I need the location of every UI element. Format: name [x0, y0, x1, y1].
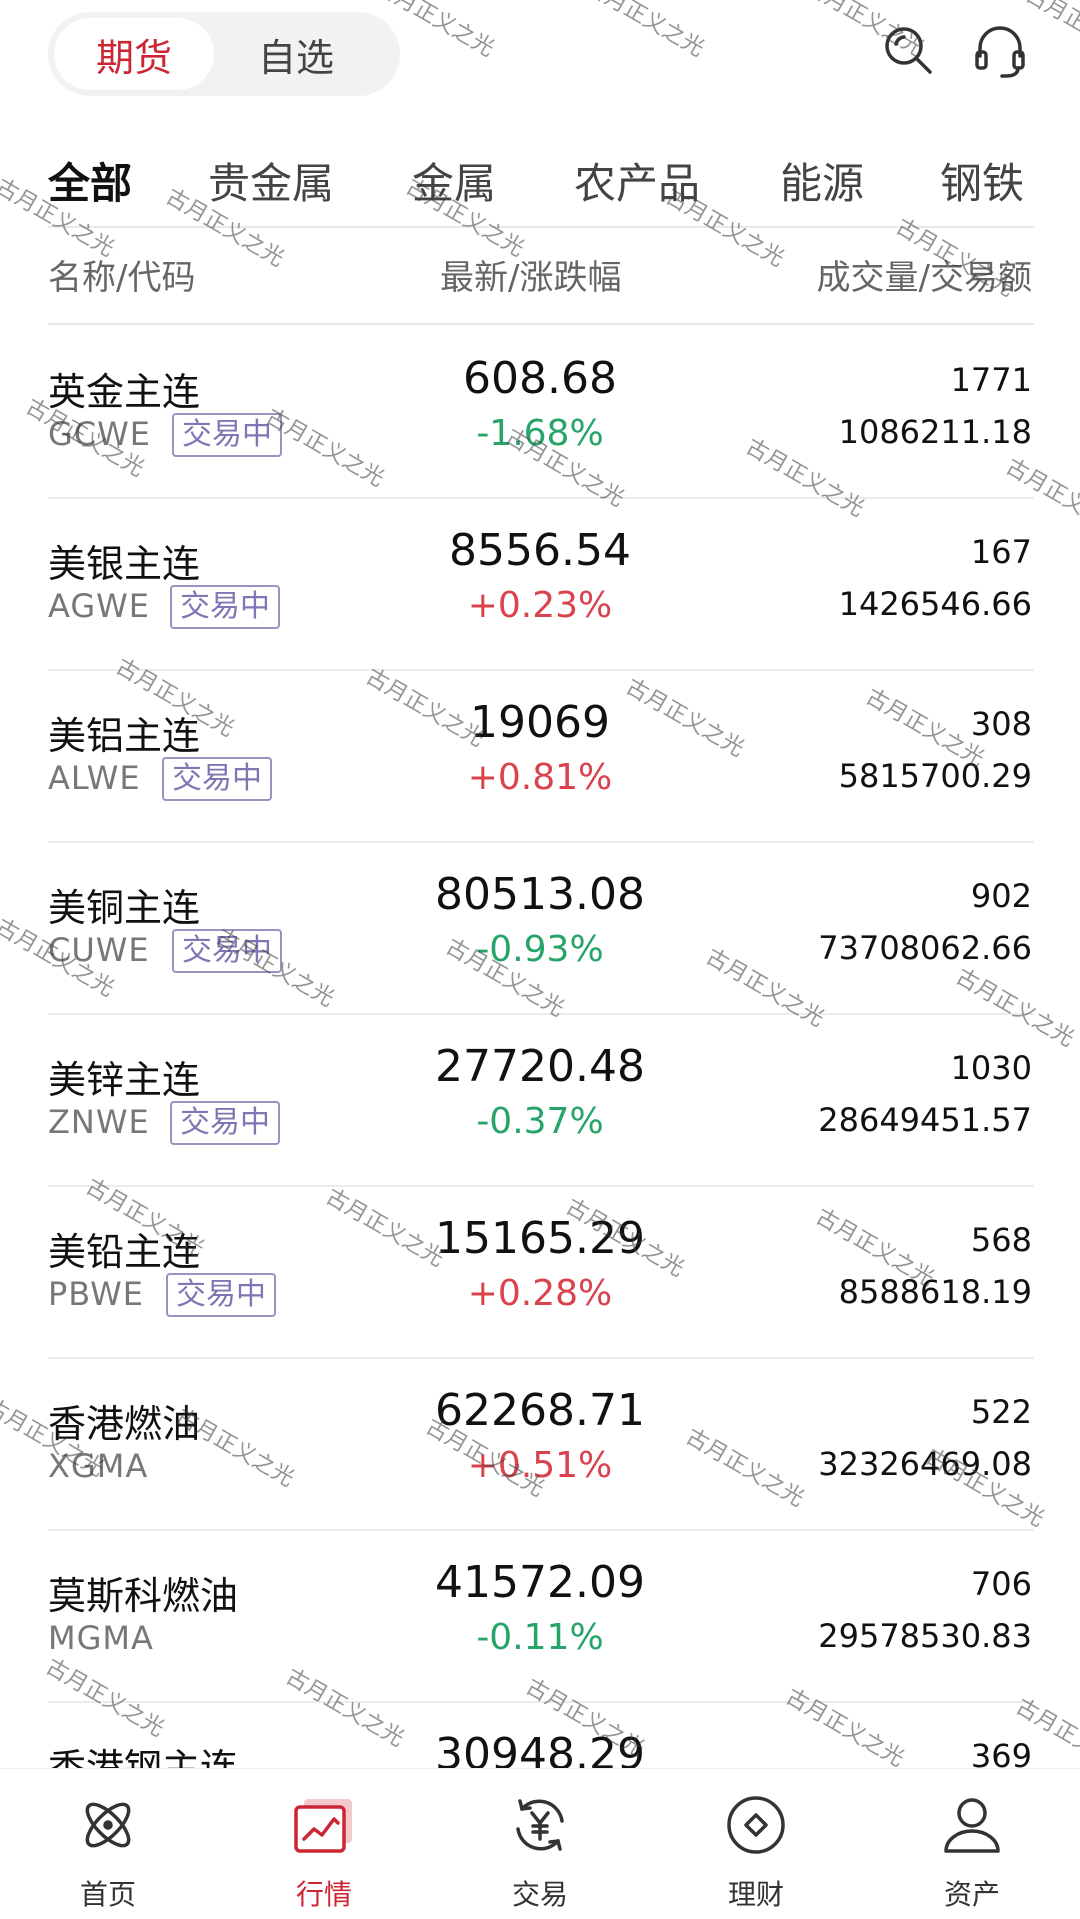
quote-row[interactable]: 美铅主连 PBWE 交易中 15165.29 +0.28% 568 8588618.19	[0, 1187, 1080, 1359]
latest-price: 27720.48	[435, 1041, 645, 1092]
tab-assets[interactable]: 资产	[864, 1769, 1080, 1919]
top-bar: 期货 自选	[0, 0, 1080, 110]
divider	[48, 226, 1034, 228]
quote-row[interactable]: 美锌主连 ZNWE 交易中 27720.48 -0.37% 1030 28649451.57	[0, 1015, 1080, 1187]
volume: 902	[970, 877, 1032, 915]
tab-trade[interactable]: 交易	[432, 1769, 648, 1919]
turnover: 1426546.66	[838, 585, 1032, 623]
tab-label: 首页	[79, 1878, 136, 1911]
turnover: 5815700.29	[838, 757, 1032, 795]
category-energy[interactable]: 能源	[780, 150, 864, 211]
turnover: 1086211.18	[838, 413, 1032, 451]
segment-watchlist[interactable]: 自选	[216, 18, 376, 90]
segment-futures[interactable]: 期货	[54, 18, 214, 90]
latest-price: 62268.71	[435, 1385, 645, 1436]
volume: 1030	[950, 1049, 1032, 1087]
tab-market[interactable]: 行情	[216, 1769, 432, 1919]
latest-price: 608.68	[463, 353, 617, 404]
tab-wealth[interactable]: 理财	[648, 1769, 864, 1919]
quote-row[interactable]: 美铜主连 CUWE 交易中 80513.08 -0.93% 902 73708062.66	[0, 843, 1080, 1015]
user-icon	[938, 1791, 1006, 1859]
category-steel[interactable]: 钢铁	[940, 150, 1024, 211]
turnover: 8588618.19	[838, 1273, 1032, 1311]
category-all[interactable]: 全部	[48, 150, 132, 211]
column-header-volume[interactable]: 成交量/交易额	[817, 250, 1032, 299]
tab-home[interactable]: 首页	[0, 1769, 216, 1919]
latest-price: 41572.09	[435, 1557, 645, 1608]
latest-price: 15165.29	[435, 1213, 645, 1264]
tab-label: 理财	[727, 1878, 784, 1911]
column-header-name[interactable]: 名称/代码	[48, 250, 195, 299]
search-icon[interactable]	[876, 18, 940, 82]
turnover: 28649451.57	[818, 1101, 1032, 1139]
latest-price: 80513.08	[435, 869, 645, 920]
bottom-tab-bar: 首页 行情 交易 理财 资产	[0, 1768, 1080, 1919]
latest-price: 8556.54	[449, 525, 631, 576]
turnover: 29578530.83	[818, 1617, 1032, 1655]
volume: 706	[970, 1565, 1032, 1603]
market-chart-icon	[290, 1791, 358, 1859]
column-header-price[interactable]: 最新/涨跌幅	[440, 250, 621, 299]
category-precious-metals[interactable]: 贵金属	[208, 150, 334, 211]
headset-icon[interactable]	[968, 18, 1032, 82]
turnover: 73708062.66	[818, 929, 1032, 967]
atom-home-icon	[74, 1791, 142, 1859]
volume: 308	[970, 705, 1032, 743]
turnover: 32326469.08	[818, 1445, 1032, 1483]
volume: 1771	[950, 361, 1032, 399]
quote-row[interactable]: 美银主连 AGWE 交易中 8556.54 +0.23% 167 1426546.66	[0, 499, 1080, 671]
divider	[48, 323, 1034, 325]
volume: 167	[970, 533, 1032, 571]
quote-row[interactable]: 英金主连 GCWE 交易中 608.68 -1.68% 1771 1086211.18	[0, 327, 1080, 499]
tab-label: 交易	[511, 1878, 568, 1911]
quote-row[interactable]: 美铝主连 ALWE 交易中 19069 +0.81% 308 5815700.29	[0, 671, 1080, 843]
quote-row[interactable]: 香港燃油 XGMA 62268.71 +0.51% 522 32326469.08	[0, 1359, 1080, 1531]
volume: 522	[970, 1393, 1032, 1431]
wealth-coin-icon	[722, 1791, 790, 1859]
category-metals[interactable]: 金属	[412, 150, 496, 211]
segment-control: 期货 自选	[48, 12, 400, 96]
category-agriculture[interactable]: 农产品	[574, 150, 700, 211]
tab-label: 行情	[295, 1878, 352, 1911]
tab-label: 资产	[943, 1878, 1000, 1911]
category-tabs: 全部 贵金属 金属 农产品 能源 钢铁	[0, 150, 1080, 220]
latest-price: 19069	[470, 697, 610, 748]
volume: 568	[970, 1221, 1032, 1259]
yuan-exchange-icon	[506, 1791, 574, 1859]
quote-row[interactable]: 莫斯科燃油 MGMA 41572.09 -0.11% 706 29578530.83	[0, 1531, 1080, 1703]
